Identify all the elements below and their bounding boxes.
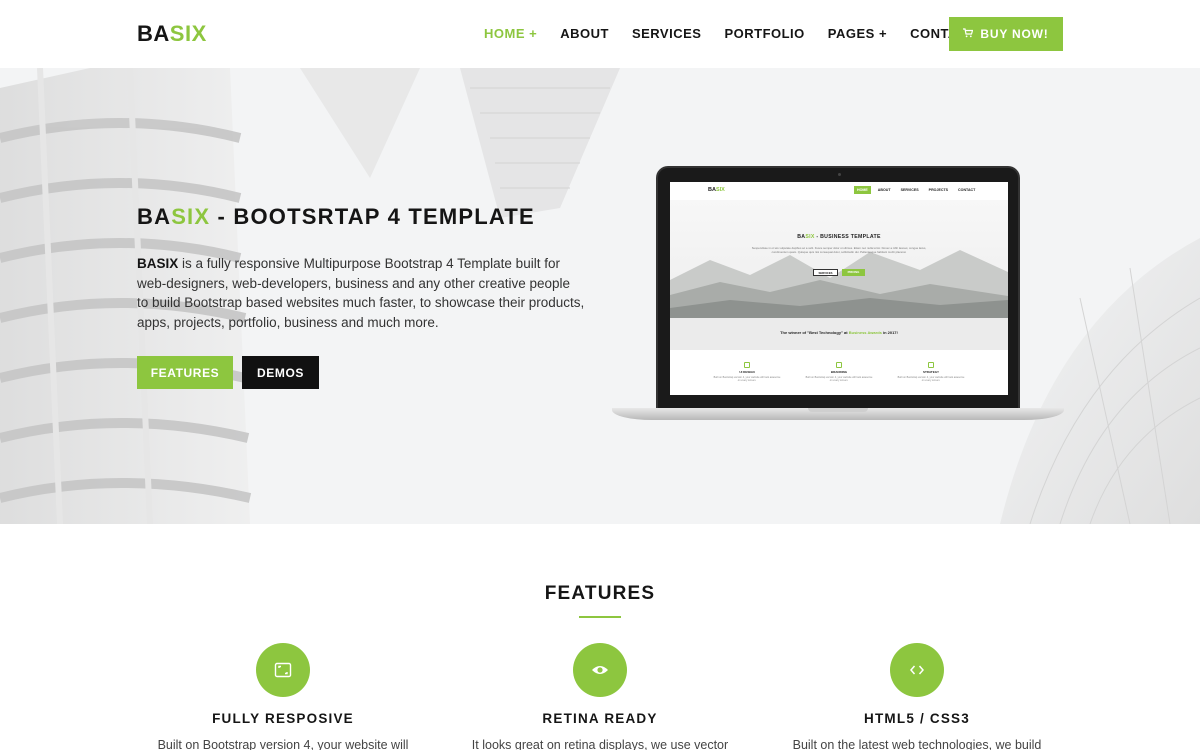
feature-description: Built on the latest web technologies, we… bbox=[792, 738, 1042, 750]
preview-feature-title: BRANDING bbox=[830, 370, 848, 374]
preview-award-start: The winner of "Best Technology" at bbox=[780, 330, 849, 335]
hero-description-bold: BASIX bbox=[137, 256, 179, 271]
preview-feature-title: UI DESIGN bbox=[739, 370, 755, 374]
demos-button[interactable]: DEMOS bbox=[242, 356, 319, 389]
laptop-lid: BASIX HOME ABOUT SERVICES PROJECTS CONTA… bbox=[656, 166, 1020, 412]
logo-text-dark: BA bbox=[137, 21, 170, 46]
laptop-notch bbox=[808, 408, 868, 412]
responsive-icon bbox=[256, 643, 310, 697]
hero-description-text: is a fully responsive Multipurpose Boots… bbox=[137, 256, 585, 330]
preview-mountain-image bbox=[670, 250, 1008, 318]
preview-nav-about: ABOUT bbox=[877, 188, 891, 192]
features-title-underline bbox=[579, 616, 621, 618]
preview-logo-green: SIX bbox=[715, 187, 725, 193]
logo-text-green: SIX bbox=[169, 21, 207, 46]
feature-title: HTML5 / CSS3 bbox=[864, 711, 970, 726]
nav-item-services[interactable]: SERVICES bbox=[632, 26, 702, 42]
buy-now-label: BUY NOW! bbox=[980, 27, 1049, 41]
feature-description: It looks great on retina displays, we us… bbox=[471, 738, 729, 750]
hero-description: BASIX is a fully responsive Multipurpose… bbox=[137, 254, 585, 332]
preview-hero-title: BASIX - BUSINESS TEMPLATE bbox=[670, 234, 1008, 240]
preview-feature-title: STRATEGY bbox=[922, 370, 940, 374]
hero-title-part-green: SIX bbox=[171, 204, 211, 229]
feature-title: FULLY RESPOSIVE bbox=[212, 711, 354, 726]
features-section-title: FEATURES bbox=[544, 583, 656, 604]
preview-award-band: The winner of "Best Technology" at Busin… bbox=[670, 318, 1008, 350]
laptop-screen: BASIX HOME ABOUT SERVICES PROJECTS CONTA… bbox=[670, 182, 1008, 395]
preview-title-rest: - BUSINESS TEMPLATE bbox=[814, 234, 881, 240]
preview-feature-icon bbox=[836, 362, 842, 368]
preview-logo: BASIX bbox=[708, 187, 725, 193]
preview-nav-projects: PROJECTS bbox=[928, 188, 949, 192]
preview-logo-dark: BA bbox=[708, 187, 716, 193]
preview-award-end: in 2017! bbox=[881, 330, 898, 335]
feature-title: RETINA READY bbox=[542, 711, 658, 726]
preview-feature: UI DESIGN Built on Bootstrap version 4, y… bbox=[712, 362, 782, 383]
feature-card-html5: HTML5 / CSS3 Built on the latest web tec… bbox=[747, 643, 1087, 750]
preview-hero-text: Suspendisse in ot wis vulputate dapibus … bbox=[751, 246, 927, 254]
preview-feature-text: Built on Bootstrap version 4, your websi… bbox=[713, 376, 781, 383]
preview-award-text: The winner of "Best Technology" at Busin… bbox=[670, 330, 1008, 335]
logo[interactable]: BASIX bbox=[137, 22, 207, 46]
preview-feature-text: Built on Bootstrap version 4, your websi… bbox=[805, 376, 873, 383]
preview-award-green: Business Awards bbox=[848, 330, 882, 335]
hero-title-part-dark: BA bbox=[137, 204, 172, 229]
preview-feature-icon bbox=[744, 362, 750, 368]
hero-title: BASIX - BOOTSRTAP 4 TEMPLATE bbox=[137, 205, 535, 229]
eye-icon bbox=[573, 643, 627, 697]
preview-pricing-button: PRICING bbox=[842, 269, 865, 276]
navbar: BASIX HOME + ABOUT SERVICES PORTFOLIO PA… bbox=[0, 0, 1200, 68]
nav-item-home[interactable]: HOME + bbox=[484, 26, 537, 42]
preview-hero: BASIX - BUSINESS TEMPLATE Suspendisse in… bbox=[670, 200, 1008, 318]
preview-nav-links: HOME ABOUT SERVICES PROJECTS CONTACT bbox=[854, 186, 978, 194]
cart-icon bbox=[963, 27, 974, 41]
preview-feature: STRATEGY Built on Bootstrap version 4, yo… bbox=[896, 362, 966, 383]
features-button[interactable]: FEATURES bbox=[137, 356, 233, 389]
preview-feature-text: Built on Bootstrap version 4, your websi… bbox=[897, 376, 965, 383]
laptop-camera bbox=[838, 173, 841, 176]
preview-feature: BRANDING Built on Bootstrap version 4, yo… bbox=[804, 362, 874, 383]
hero-title-part-rest: - BOOTSRTAP 4 TEMPLATE bbox=[210, 204, 535, 229]
nav-item-pages[interactable]: PAGES + bbox=[828, 26, 887, 42]
hero-section: BASIX - BOOTSRTAP 4 TEMPLATE BASIX is a … bbox=[0, 68, 1200, 524]
preview-nav-contact: CONTACT bbox=[958, 188, 976, 192]
nav-item-about[interactable]: ABOUT bbox=[560, 26, 609, 42]
nav-item-portfolio[interactable]: PORTFOLIO bbox=[724, 26, 804, 42]
main-nav: HOME + ABOUT SERVICES PORTFOLIO PAGES + … bbox=[484, 26, 999, 42]
feature-card-responsive: FULLY RESPOSIVE Built on Bootstrap versi… bbox=[113, 643, 453, 750]
preview-nav-home: HOME bbox=[854, 186, 871, 194]
feature-card-retina: RETINA READY It looks great on retina di… bbox=[430, 643, 770, 750]
code-icon bbox=[890, 643, 944, 697]
preview-feature-icon bbox=[928, 362, 934, 368]
preview-navbar: BASIX HOME ABOUT SERVICES PROJECTS CONTA… bbox=[670, 182, 1008, 200]
preview-services-button: SERVICES bbox=[813, 269, 838, 276]
preview-features: UI DESIGN Built on Bootstrap version 4, y… bbox=[670, 350, 1008, 395]
preview-nav-services: SERVICES bbox=[900, 188, 919, 192]
buy-now-button[interactable]: BUY NOW! bbox=[949, 17, 1063, 51]
laptop-mockup: BASIX HOME ABOUT SERVICES PROJECTS CONTA… bbox=[612, 166, 1064, 424]
feature-description: Built on Bootstrap version 4, your websi… bbox=[157, 738, 409, 750]
preview-title-green: SIX bbox=[805, 234, 815, 240]
